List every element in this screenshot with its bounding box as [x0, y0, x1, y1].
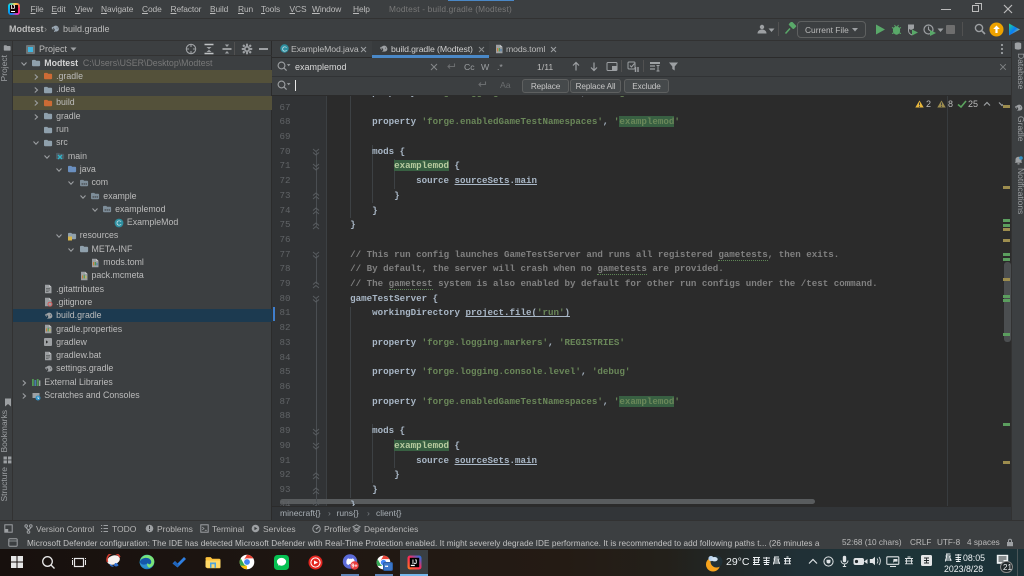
svg-text:C: C: [282, 46, 287, 53]
svg-text:C: C: [116, 218, 122, 227]
svg-text:IJ: IJ: [412, 559, 417, 565]
svg-text:9+: 9+: [351, 564, 357, 570]
